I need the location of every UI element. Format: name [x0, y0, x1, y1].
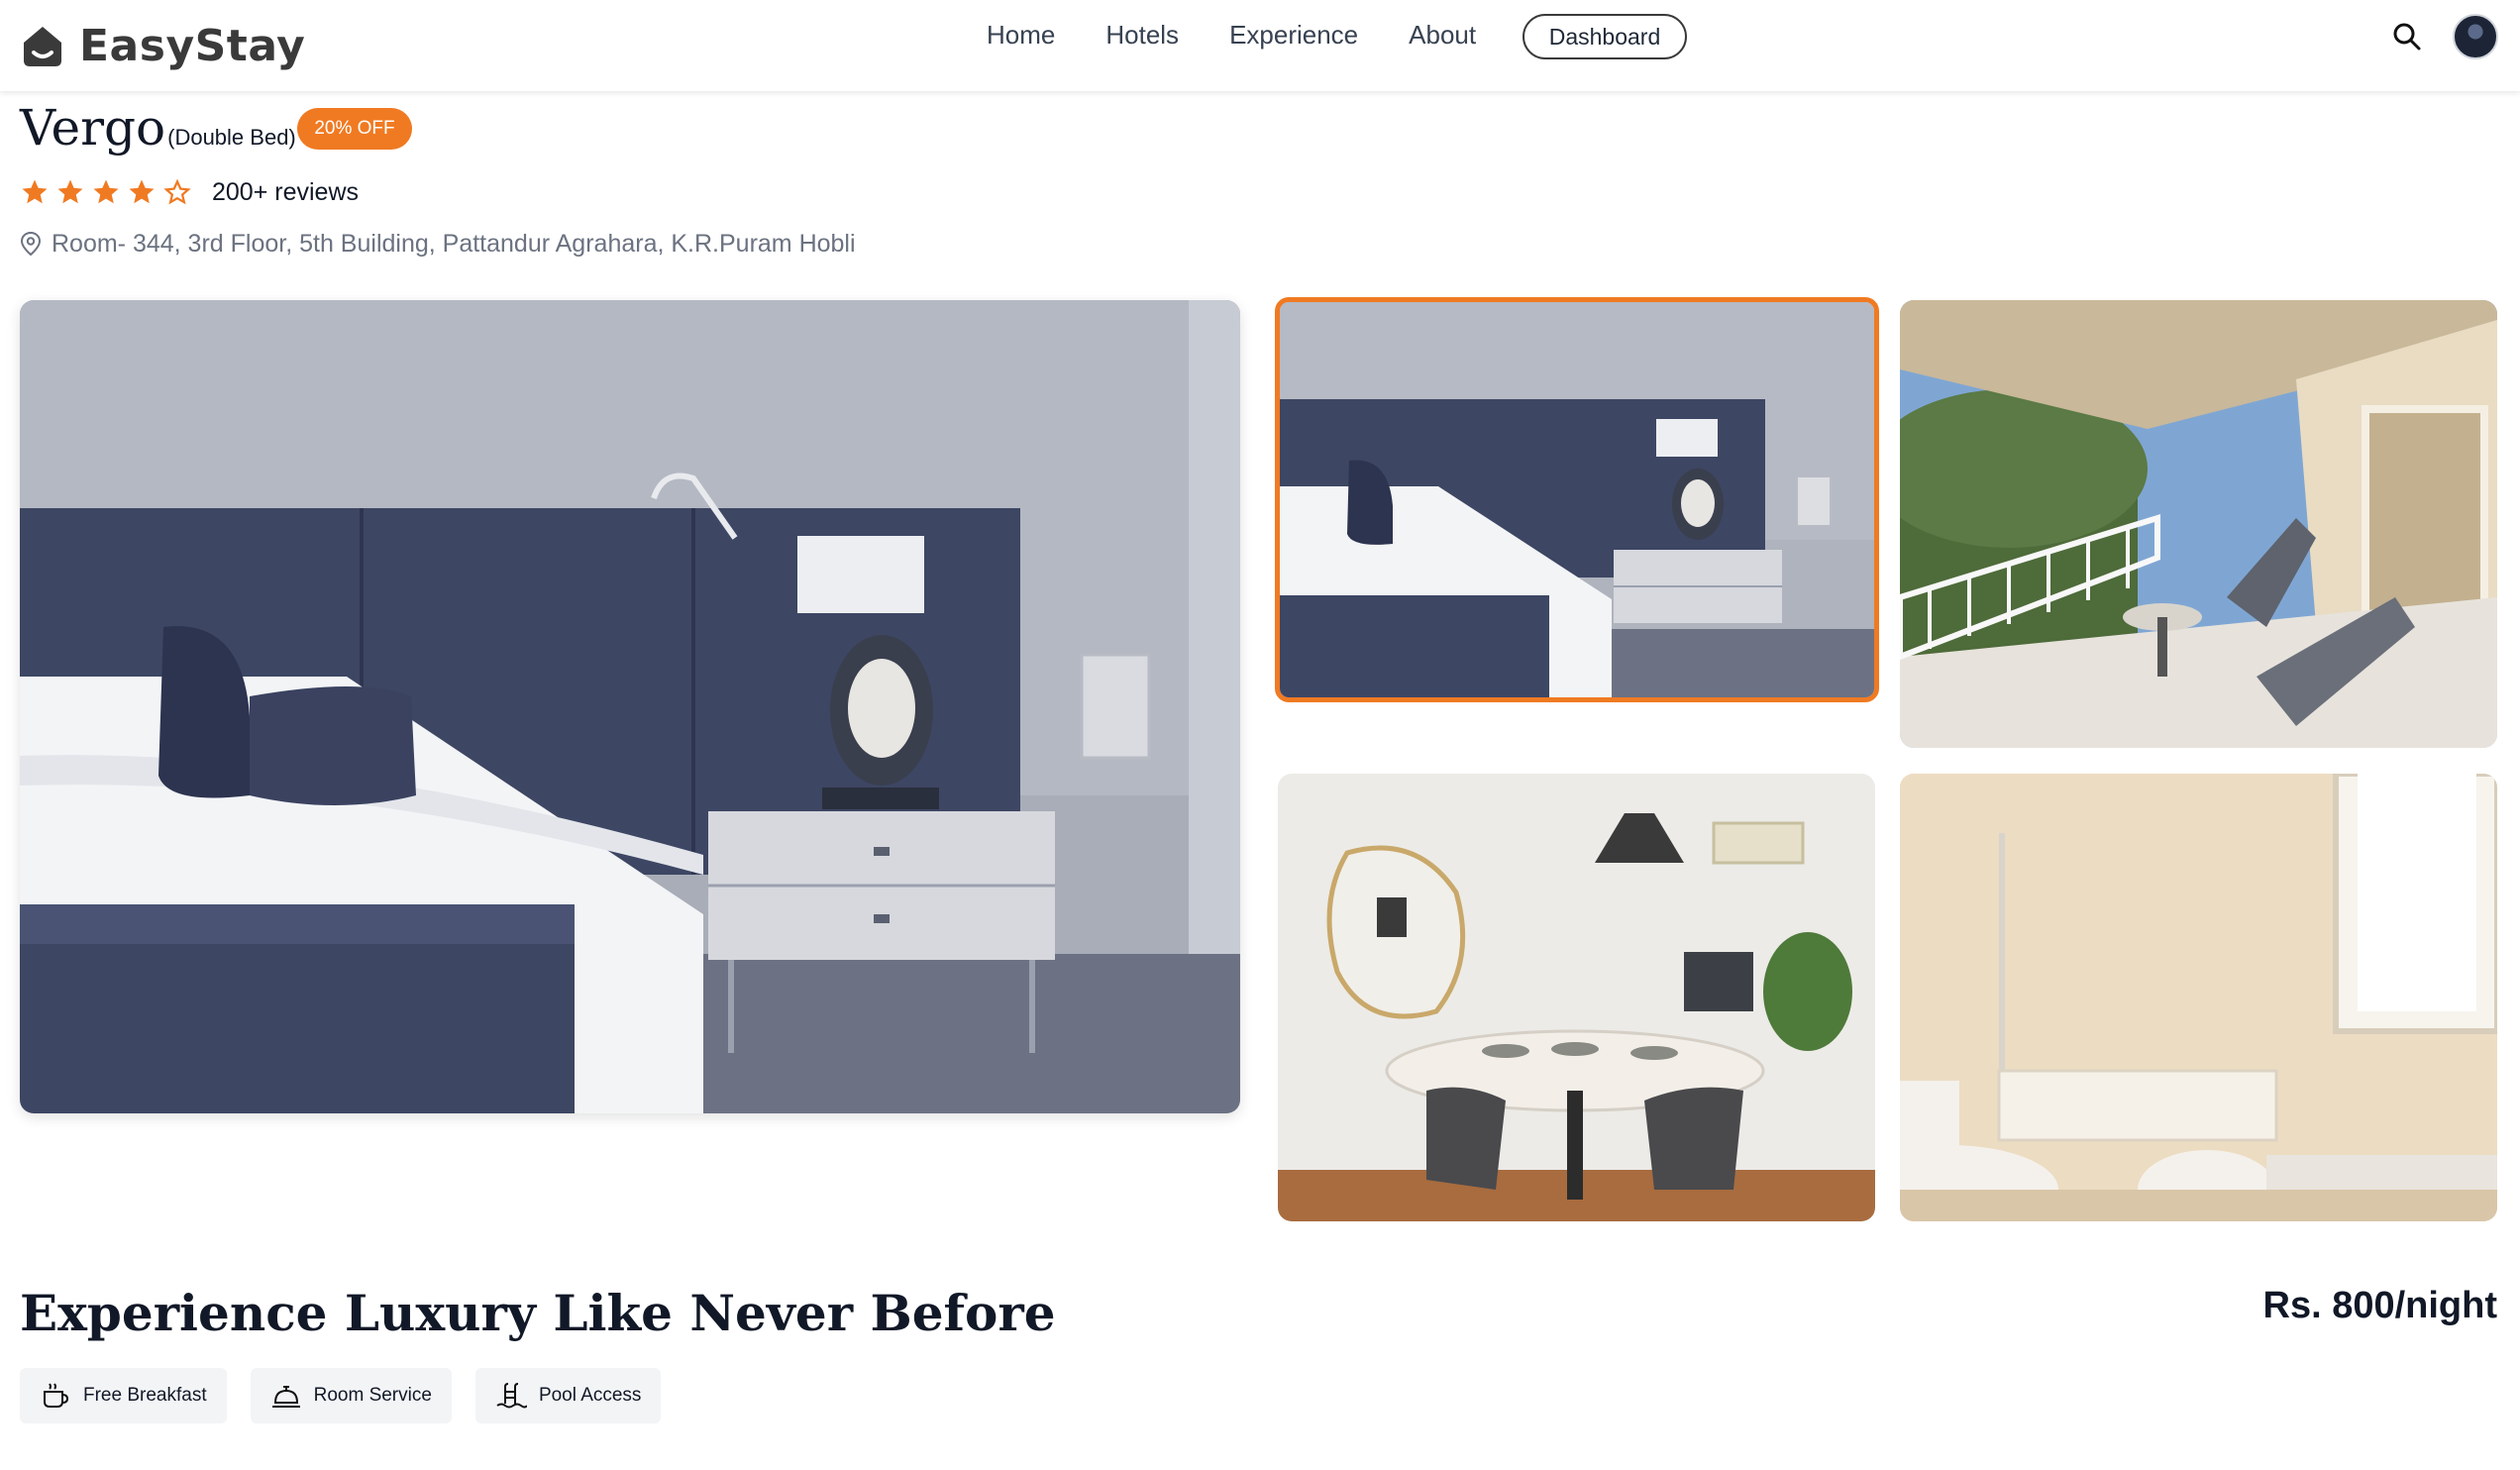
nav-hotels[interactable]: Hotels	[1105, 20, 1179, 51]
address-row: Room- 344, 3rd Floor, 5th Building, Patt…	[20, 226, 856, 262]
pool-ladder-icon	[496, 1383, 527, 1409]
amenity-label: Pool Access	[538, 1385, 642, 1406]
star-filled-icon	[22, 179, 48, 204]
nav-experience[interactable]: Experience	[1229, 20, 1358, 51]
thumbnail-dining-room[interactable]	[1278, 774, 1875, 1221]
amenity-label: Room Service	[313, 1385, 432, 1406]
location-pin-icon	[20, 231, 42, 257]
thumbnail-balcony[interactable]	[1900, 300, 2497, 748]
main-nav: Home Hotels Experience About	[987, 0, 1526, 69]
brand-name: EasyStay	[79, 20, 306, 71]
star-filled-icon	[57, 179, 83, 204]
star-filled-icon	[93, 179, 119, 204]
coffee-cup-icon	[44, 1383, 69, 1408]
top-navbar: EasyStay Home Hotels Experience About Da…	[0, 0, 2520, 91]
nav-home[interactable]: Home	[987, 20, 1055, 51]
brand-logo[interactable]: EasyStay	[20, 12, 305, 79]
amenity-free-breakfast: Free Breakfast	[20, 1368, 227, 1423]
room-title: Vergo (Double Bed)	[20, 99, 296, 157]
star-filled-icon	[129, 179, 155, 204]
review-count[interactable]: 200+ reviews	[212, 178, 359, 207]
star-rating	[20, 177, 192, 207]
room-tagline: Experience Luxury Like Never Before	[20, 1284, 1056, 1342]
room-name: Vergo	[20, 99, 166, 157]
thumbnail-bedroom[interactable]	[1275, 297, 1879, 702]
rating-row: 200+ reviews	[20, 174, 359, 210]
house-logo-icon	[20, 23, 65, 68]
main-photo-bedroom[interactable]	[20, 300, 1240, 1113]
room-address: Room- 344, 3rd Floor, 5th Building, Patt…	[52, 229, 856, 258]
nav-about[interactable]: About	[1409, 20, 1476, 51]
room-price: Rs. 800/night	[2262, 1285, 2498, 1326]
thumbnail-bathroom[interactable]	[1900, 774, 2497, 1221]
amenity-pool-access: Pool Access	[474, 1368, 662, 1423]
search-icon[interactable]	[2391, 21, 2423, 52]
amenity-list: Free Breakfast Room Service Pool Access	[20, 1368, 662, 1423]
bed-type: (Double Bed)	[167, 125, 296, 150]
amenity-label: Free Breakfast	[83, 1385, 207, 1406]
discount-badge: 20% OFF	[297, 108, 412, 150]
star-outline-icon	[163, 178, 191, 205]
service-bell-icon	[271, 1386, 300, 1408]
amenity-room-service: Room Service	[250, 1368, 452, 1423]
avatar[interactable]	[2453, 14, 2498, 59]
dashboard-button[interactable]: Dashboard	[1522, 14, 1687, 59]
